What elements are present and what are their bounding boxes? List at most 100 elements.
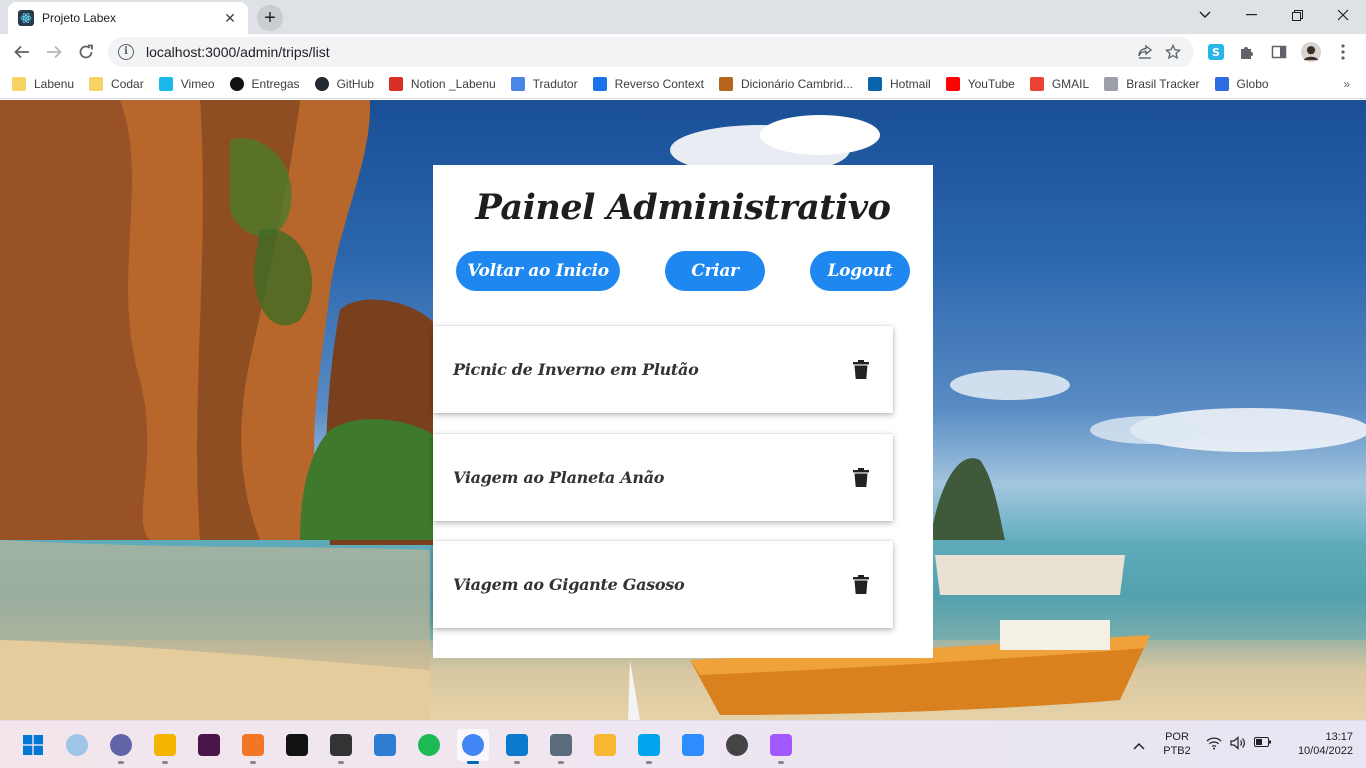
- app-glyph: [110, 734, 132, 756]
- back-arrow-icon[interactable]: [8, 38, 36, 66]
- running-indicator: [778, 761, 784, 764]
- running-indicator: [118, 761, 124, 764]
- browser-toolbar: i localhost:3000/admin/trips/list S: [0, 34, 1366, 70]
- running-indicator: [646, 761, 652, 764]
- trip-name[interactable]: Viagem ao Gigante Gasoso: [453, 575, 849, 594]
- menu-kebab-icon[interactable]: [1333, 42, 1353, 62]
- spotify-icon[interactable]: [413, 729, 445, 761]
- wifi-icon[interactable]: [1206, 736, 1222, 754]
- running-indicator: [338, 761, 344, 764]
- minimize-button[interactable]: [1228, 0, 1274, 30]
- bookmark-label: Reverso Context: [614, 77, 704, 91]
- figma-icon[interactable]: [765, 729, 797, 764]
- media-player-icon[interactable]: [589, 729, 621, 761]
- trip-name[interactable]: Viagem ao Planeta Anão: [453, 468, 849, 487]
- url-text[interactable]: localhost:3000/admin/trips/list: [146, 44, 1128, 60]
- zoom-icon[interactable]: [677, 729, 709, 761]
- restore-button[interactable]: [1274, 0, 1320, 30]
- running-indicator: [558, 761, 564, 764]
- clock-area[interactable]: 13:17 10/04/2022: [1281, 730, 1353, 758]
- language-indicator[interactable]: POR PTB2: [1158, 730, 1196, 758]
- app-glyph: [550, 734, 572, 756]
- browser-tab[interactable]: Projeto Labex ✕: [8, 2, 248, 34]
- forward-arrow-icon[interactable]: [40, 38, 68, 66]
- bookmarks-more-icon[interactable]: »: [1343, 77, 1350, 91]
- trip-card[interactable]: Viagem ao Planeta Anão: [433, 434, 893, 521]
- site-info-icon[interactable]: i: [118, 44, 134, 60]
- reload-icon[interactable]: [72, 38, 100, 66]
- bookmark-app-icon[interactable]: [325, 729, 357, 764]
- close-window-button[interactable]: [1320, 0, 1366, 30]
- side-panel-icon[interactable]: [1269, 42, 1289, 62]
- bookmark-item[interactable]: Codar: [89, 77, 144, 91]
- clock-app-icon[interactable]: [721, 729, 753, 761]
- bookmark-item[interactable]: Brasil Tracker: [1104, 77, 1200, 91]
- photos-app-icon[interactable]: [545, 729, 577, 764]
- start-icon[interactable]: [17, 729, 49, 761]
- weather-icon[interactable]: [61, 729, 93, 761]
- extension-s-icon[interactable]: S: [1206, 42, 1226, 62]
- tab-close-icon[interactable]: ✕: [222, 10, 238, 26]
- notepad-icon[interactable]: [369, 729, 401, 761]
- running-indicator: [514, 761, 520, 764]
- keyboard-layout: PTB2: [1163, 745, 1191, 757]
- trip-name[interactable]: Picnic de Inverno em Plutão: [453, 360, 849, 379]
- shield-icon: [718, 77, 733, 91]
- tab-search-icon[interactable]: [1182, 0, 1228, 30]
- battery-icon[interactable]: [1254, 736, 1272, 752]
- trip-card[interactable]: Viagem ao Gigante Gasoso: [433, 541, 893, 628]
- volume-icon[interactable]: [1230, 736, 1246, 754]
- outlook-icon: [868, 77, 882, 91]
- teams-chat-icon[interactable]: [105, 729, 137, 764]
- admin-panel: Painel Administrativo Voltar ao Inicio C…: [433, 165, 933, 658]
- bookmark-item[interactable]: Hotmail: [868, 77, 931, 91]
- bookmark-item[interactable]: Notion _Labenu: [388, 77, 496, 91]
- trash-icon[interactable]: [849, 466, 873, 490]
- slack-icon[interactable]: [193, 729, 225, 761]
- bookmark-star-icon[interactable]: [1162, 41, 1184, 63]
- bookmark-item[interactable]: Tradutor: [510, 77, 578, 91]
- bookmark-item[interactable]: Dicionário Cambrid...: [718, 77, 853, 91]
- logout-button[interactable]: Logout: [810, 251, 910, 291]
- bookmark-label: GMAIL: [1051, 77, 1090, 91]
- globo-icon: [1214, 77, 1229, 91]
- app-glyph: [506, 734, 528, 756]
- vscode-icon[interactable]: [501, 729, 533, 764]
- trash-icon[interactable]: [849, 573, 873, 597]
- bookmark-label: Notion _Labenu: [410, 77, 496, 91]
- address-bar[interactable]: i localhost:3000/admin/trips/list: [108, 37, 1194, 67]
- tray-chevron-up-icon[interactable]: [1133, 738, 1145, 752]
- extensions-puzzle-icon[interactable]: [1237, 42, 1257, 62]
- pycharm-icon[interactable]: [281, 729, 313, 761]
- profile-avatar[interactable]: [1301, 42, 1321, 62]
- running-indicator: [162, 761, 168, 764]
- bookmarks-bar: Labenu Codar Vimeo Entregas GitHub Notion _La…: [0, 70, 1366, 99]
- bookmark-item[interactable]: GitHub: [314, 77, 374, 91]
- jupyter-icon[interactable]: [237, 729, 269, 764]
- new-tab-button[interactable]: +: [257, 5, 283, 31]
- svg-text:S: S: [1212, 46, 1220, 59]
- create-trip-button[interactable]: Criar: [665, 251, 765, 291]
- bookmark-label: Vimeo: [180, 77, 215, 91]
- back-home-button[interactable]: Voltar ao Inicio: [456, 251, 620, 291]
- circle-icon: [229, 77, 244, 91]
- file-explorer-icon[interactable]: [149, 729, 181, 764]
- bookmark-label: Codar: [111, 77, 144, 91]
- chrome-icon[interactable]: [457, 729, 489, 764]
- app-glyph: [330, 734, 352, 756]
- bookmark-item[interactable]: Labenu: [12, 77, 74, 91]
- running-indicator: [467, 761, 479, 764]
- bookmark-item[interactable]: YouTube: [945, 77, 1015, 91]
- maps-app-icon[interactable]: [633, 729, 665, 764]
- bookmark-item[interactable]: Entregas: [229, 77, 300, 91]
- app-glyph: [22, 734, 44, 756]
- trip-card[interactable]: Picnic de Inverno em Plutão: [433, 326, 893, 413]
- bookmark-item[interactable]: GMAIL: [1029, 77, 1090, 91]
- bookmark-item[interactable]: Vimeo: [158, 77, 215, 91]
- bookmark-label: Globo: [1236, 77, 1269, 91]
- app-glyph: [594, 734, 616, 756]
- trash-icon[interactable]: [849, 358, 873, 382]
- bookmark-item[interactable]: Globo: [1214, 77, 1269, 91]
- share-icon[interactable]: [1134, 41, 1156, 63]
- bookmark-item[interactable]: Reverso Context: [592, 77, 704, 91]
